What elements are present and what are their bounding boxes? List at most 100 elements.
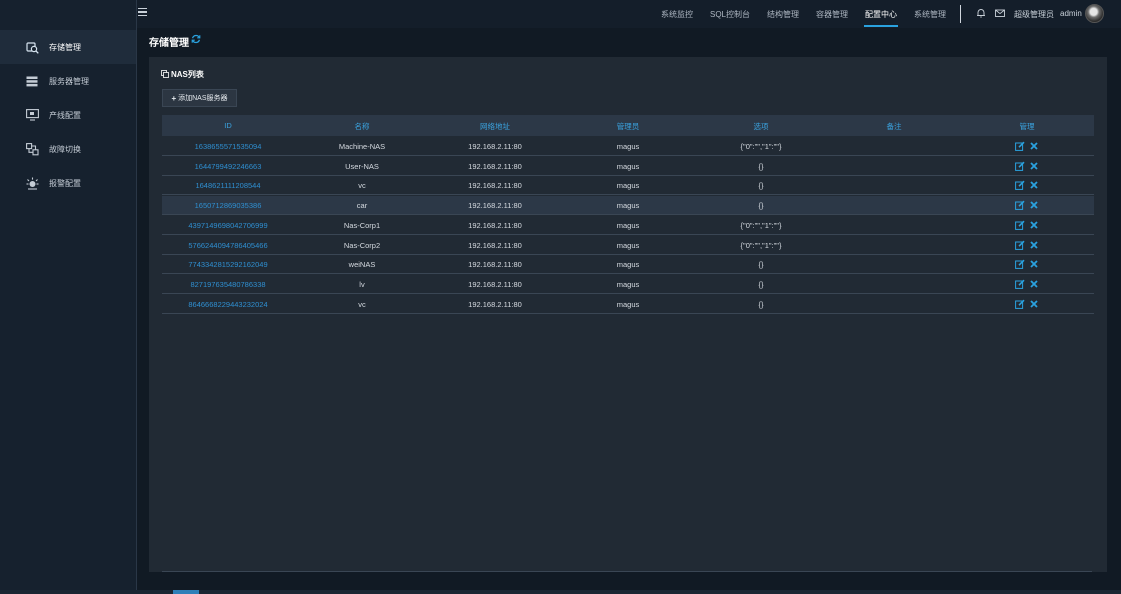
user-role: 超级管理员 <box>1014 10 1054 19</box>
monitor-icon <box>25 108 39 122</box>
delete-icon[interactable] <box>1029 200 1039 210</box>
section-title: NAS列表 <box>171 70 204 79</box>
edit-icon[interactable] <box>1015 279 1025 289</box>
avatar[interactable] <box>1085 4 1104 23</box>
cell-options: {"0":"","1":""} <box>740 142 782 151</box>
divider <box>960 5 961 23</box>
cell-id[interactable]: 1644799492246663 <box>195 162 262 171</box>
horizontal-scrollbar[interactable] <box>0 590 1121 594</box>
column-header-options: 选项 <box>753 122 769 131</box>
delete-icon[interactable] <box>1029 141 1039 151</box>
nav-container-management[interactable]: 容器管理 <box>816 9 848 20</box>
cell-id[interactable]: 1650712869035386 <box>195 201 262 210</box>
sidebar-item-label: 报警配置 <box>49 178 81 188</box>
nav-system-monitor[interactable]: 系统监控 <box>661 9 693 20</box>
sidebar-item-storage[interactable]: 存储管理 <box>0 30 136 64</box>
sidebar-item-label: 存储管理 <box>49 42 81 52</box>
failover-icon <box>25 142 39 156</box>
nav-system-management[interactable]: 系统管理 <box>914 9 946 20</box>
bell-icon[interactable] <box>976 8 986 18</box>
cell-admin: magus <box>616 181 640 191</box>
nav-structure-management[interactable]: 结构管理 <box>767 9 799 20</box>
cell-id[interactable]: 827197635480786338 <box>190 280 265 289</box>
delete-icon[interactable] <box>1029 279 1039 289</box>
cell-options: {} <box>758 279 764 289</box>
plus-icon: + <box>171 93 177 103</box>
sidebar-item-failover[interactable]: 故障切换 <box>0 132 136 166</box>
cell-name: Nas-Corp2 <box>343 240 381 250</box>
nav-config-center[interactable]: 配置中心 <box>865 9 897 20</box>
cell-id[interactable]: 1638655571535094 <box>195 142 262 151</box>
table-row: 1648621111208544 vc 192.168.2.11:80 magus {} <box>162 176 1094 196</box>
copy-icon <box>161 70 169 78</box>
cell-name: User-NAS <box>345 161 379 171</box>
table-row: 5766244094786405466 Nas-Corp2 192.168.2.11… <box>162 236 1094 255</box>
cell-options: {"0":"","1":""} <box>740 240 782 250</box>
cell-admin: magus <box>616 299 640 309</box>
edit-icon[interactable] <box>1015 141 1025 151</box>
edit-icon[interactable] <box>1015 200 1025 210</box>
mail-icon[interactable] <box>995 8 1005 18</box>
table-row: 827197635480786338 lv 192.168.2.11:80 magus… <box>162 275 1094 294</box>
cell-options: {} <box>758 181 764 191</box>
cell-id[interactable]: 5766244094786405466 <box>188 241 267 250</box>
column-header-admin: 管理员 <box>616 122 640 131</box>
cell-name: weiNAS <box>348 260 376 270</box>
cell-options: {} <box>758 161 764 171</box>
edit-icon[interactable] <box>1015 299 1025 309</box>
cell-admin: magus <box>616 260 640 270</box>
cell-name: vc <box>358 299 366 309</box>
cell-admin: magus <box>616 142 640 151</box>
edit-icon[interactable] <box>1015 240 1025 250</box>
cell-id[interactable]: 1648621111208544 <box>195 181 260 190</box>
edit-icon[interactable] <box>1015 180 1025 191</box>
cell-id[interactable]: 7743342815292162049 <box>188 260 267 269</box>
cell-id[interactable]: 4397149698042706999 <box>188 221 267 230</box>
cell-address: 192.168.2.11:80 <box>468 299 522 309</box>
edit-icon[interactable] <box>1015 220 1025 230</box>
edit-icon[interactable] <box>1015 259 1025 270</box>
cell-name: lv <box>359 279 365 289</box>
page-title: 存储管理 <box>149 38 189 49</box>
delete-icon[interactable] <box>1029 240 1039 250</box>
cell-address: 192.168.2.11:80 <box>468 142 522 151</box>
cell-admin: magus <box>616 220 640 230</box>
table-row: 4397149698042706999 Nas-Corp1 192.168.2.11… <box>162 216 1094 235</box>
active-nav-indicator <box>864 25 898 27</box>
cell-address: 192.168.2.11:80 <box>468 220 522 230</box>
delete-icon[interactable] <box>1029 180 1039 190</box>
sidebar-item-alarm[interactable]: 报警配置 <box>0 166 136 200</box>
cell-name: Machine-NAS <box>338 142 386 151</box>
sidebar: 存储管理 服务器管理 产线配置 故障切换 报警配置 <box>0 0 137 594</box>
add-nas-button[interactable]: + 添加NAS服务器 <box>162 89 237 107</box>
column-header-address: 网络地址 <box>480 122 510 131</box>
sidebar-item-label: 服务器管理 <box>49 76 89 86</box>
cell-name: car <box>356 201 368 211</box>
delete-icon[interactable] <box>1029 259 1039 269</box>
column-header-id: ID <box>224 121 232 130</box>
delete-icon[interactable] <box>1029 220 1039 230</box>
scrollbar-thumb[interactable] <box>173 590 199 594</box>
table-row: 1638655571535094 Machine-NAS 192.168.2.11:… <box>162 137 1094 156</box>
column-header-manage: 管理 <box>1019 122 1035 131</box>
edit-icon[interactable] <box>1015 161 1025 171</box>
sidebar-item-production[interactable]: 产线配置 <box>0 98 136 132</box>
delete-icon[interactable] <box>1029 299 1039 309</box>
cell-options: {} <box>758 299 764 309</box>
sidebar-item-servers[interactable]: 服务器管理 <box>0 64 136 98</box>
column-header-name: 名称 <box>354 122 370 131</box>
table-row: 1650712869035386 car 192.168.2.11:80 magus {… <box>162 196 1094 216</box>
table-row: 8646668229443232024 vc 192.168.2.11:80 magu… <box>162 295 1094 314</box>
sidebar-item-label: 故障切换 <box>49 144 81 154</box>
nav-sql-console[interactable]: SQL控制台 <box>710 9 750 20</box>
cell-admin: magus <box>616 201 640 211</box>
user-name[interactable]: admin <box>1060 9 1082 18</box>
cell-address: 192.168.2.11:80 <box>468 161 522 171</box>
refresh-icon[interactable] <box>191 34 201 44</box>
menu-toggle-icon[interactable] <box>138 8 147 17</box>
cell-id[interactable]: 8646668229443232024 <box>188 300 267 309</box>
cell-address: 192.168.2.11:80 <box>468 260 522 270</box>
delete-icon[interactable] <box>1029 161 1039 171</box>
table-header: ID 名称 网络地址 管理员 选项 备注 管理 <box>162 115 1094 136</box>
server-list-icon <box>25 74 39 88</box>
